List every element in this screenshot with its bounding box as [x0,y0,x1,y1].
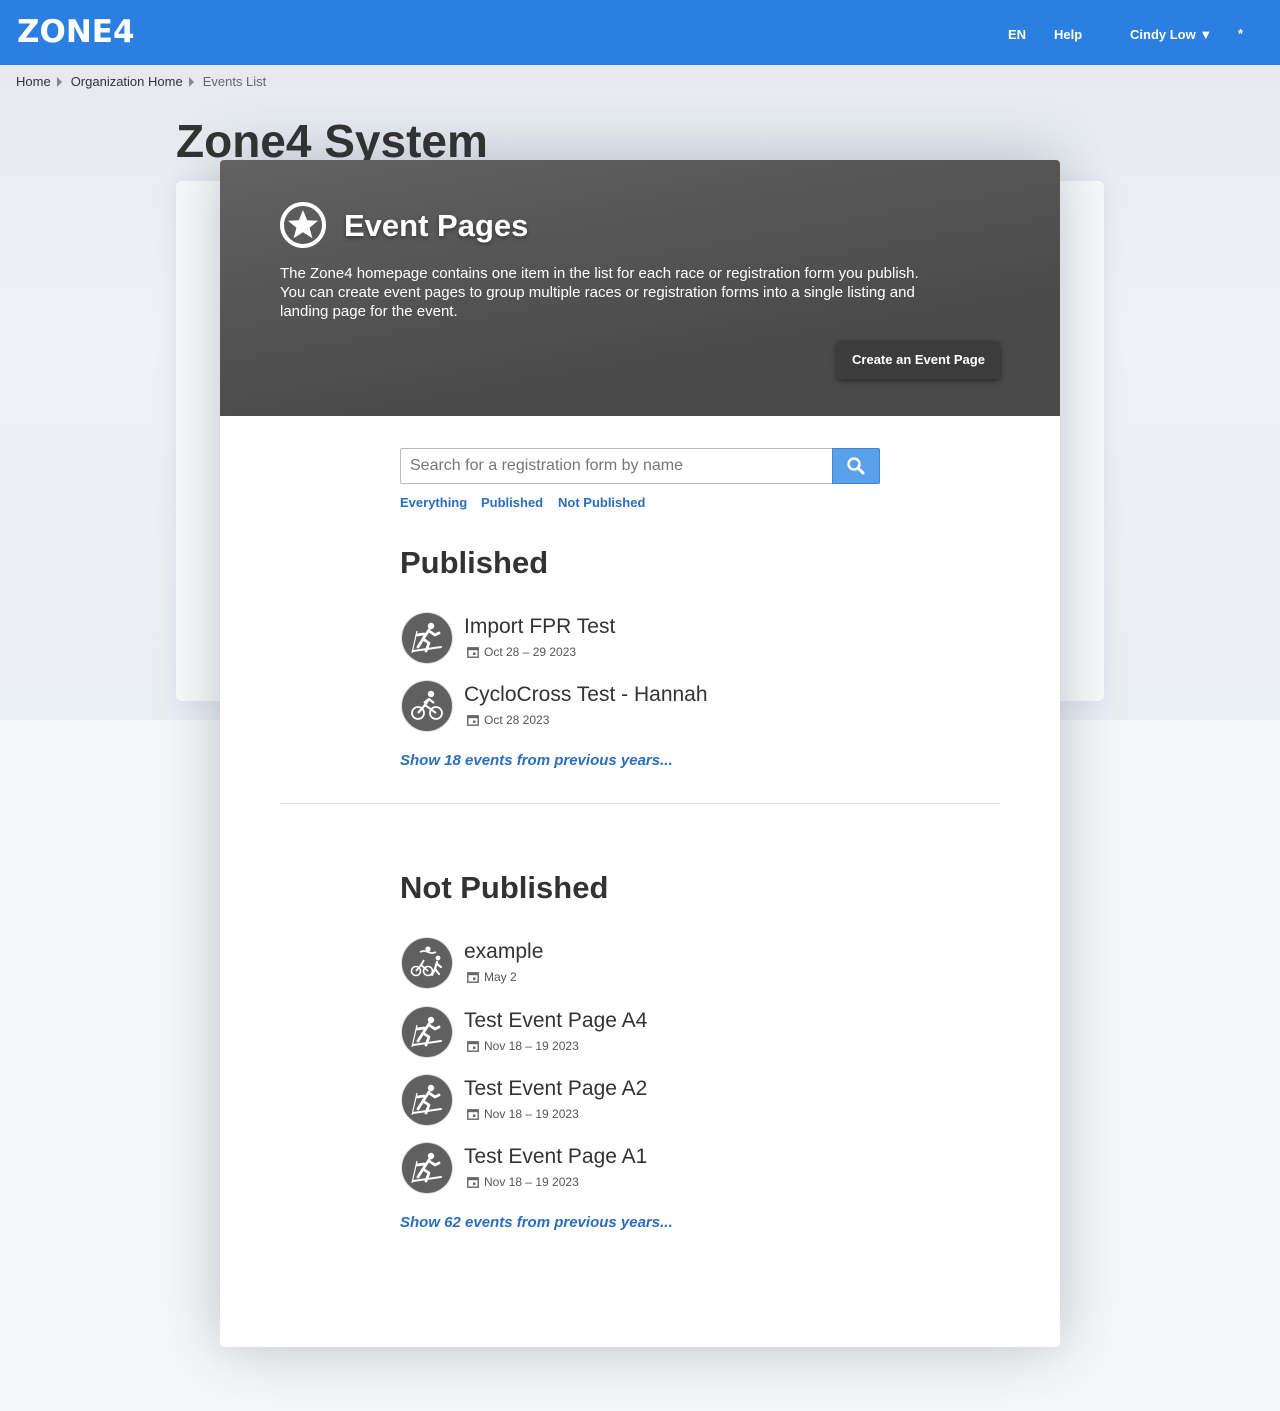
not-published-heading: Not Published [400,870,609,905]
filter-everything[interactable]: Everything [400,495,467,510]
calendar-icon [467,1109,479,1120]
zone4-logo[interactable]: ZONE4 [17,14,135,50]
help-link[interactable]: Help [1054,27,1082,42]
dialog-description: The Zone4 homepage contains one item in … [280,265,919,320]
dialog-header: Event Pages The Zone4 homepage contains … [220,160,1060,416]
breadcrumb: Home Organization Home Events List [16,74,266,89]
calendar-icon [467,972,479,983]
show-previous-published-link[interactable]: Show 18 events from previous years... [400,752,673,769]
section-divider [280,803,1000,804]
chevron-right-icon [56,76,62,87]
calendar-icon [467,1041,479,1052]
event-date: Nov 18 – 19 2023 [484,1107,579,1121]
event-date: Nov 18 – 19 2023 [484,1039,579,1053]
calendar-icon [467,1177,479,1188]
star-icon [280,202,326,248]
breadcrumb-home[interactable]: Home [16,74,51,89]
event-name[interactable]: Test Event Page A4 [464,1009,647,1033]
calendar-icon [467,647,479,658]
settings-icon[interactable]: * [1238,26,1243,41]
event-name[interactable]: Test Event Page A2 [464,1077,647,1101]
language-selector[interactable]: EN [1008,27,1026,42]
breadcrumb-events-list: Events List [202,74,267,89]
filter-not-published[interactable]: Not Published [558,495,645,510]
search-icon [847,457,865,475]
dialog-title: Event Pages [344,208,529,243]
event-date: May 2 [484,970,517,984]
event-pages-dialog: Event Pages The Zone4 homepage contains … [220,160,1060,1347]
event-date: Oct 28 – 29 2023 [484,645,577,659]
breadcrumb-organization-home[interactable]: Organization Home [71,74,183,89]
list-item[interactable]: CycloCross Test - Hannah Oct 28 2023 [400,681,880,737]
chevron-right-icon [188,76,194,87]
published-heading: Published [400,545,549,580]
ski-icon [402,1075,452,1125]
list-item[interactable]: Import FPR Test Oct 28 – 29 2023 [400,613,880,669]
list-item[interactable]: example May 2 [400,938,880,994]
event-name[interactable]: CycloCross Test - Hannah [464,683,708,707]
event-date: Nov 18 – 19 2023 [484,1175,579,1189]
triathlon-icon [402,938,452,988]
search-button[interactable] [832,448,880,484]
list-item[interactable]: Test Event Page A4 Nov 18 – 19 2023 [400,1007,880,1063]
ski-icon [402,613,452,663]
ski-icon [402,1143,452,1193]
user-menu[interactable]: Cindy Low ▼ [1130,27,1212,42]
show-previous-unpublished-link[interactable]: Show 62 events from previous years... [400,1214,673,1231]
event-name[interactable]: example [464,940,543,964]
event-name[interactable]: Import FPR Test [464,615,615,639]
list-item[interactable]: Test Event Page A1 Nov 18 – 19 2023 [400,1143,880,1199]
list-item[interactable]: Test Event Page A2 Nov 18 – 19 2023 [400,1075,880,1131]
event-name[interactable]: Test Event Page A1 [464,1145,647,1169]
calendar-icon [467,715,479,726]
event-date: Oct 28 2023 [484,713,550,727]
bike-icon [402,681,452,731]
filter-published[interactable]: Published [481,495,543,510]
search-input[interactable] [400,448,833,484]
create-event-page-button[interactable]: Create an Event Page [837,341,1000,379]
top-bar: ZONE4 EN Help Cindy Low ▼ * [0,0,1280,65]
ski-icon [402,1007,452,1057]
